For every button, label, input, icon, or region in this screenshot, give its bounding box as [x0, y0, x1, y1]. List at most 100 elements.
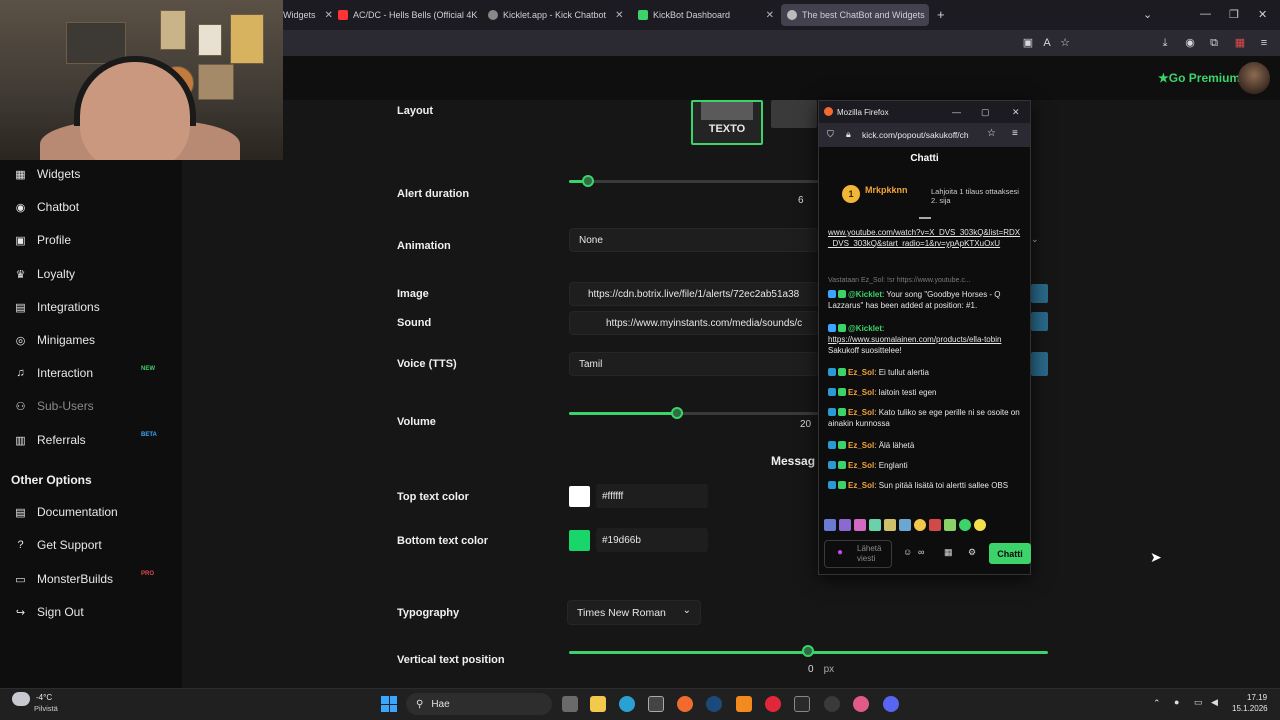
addon-icon[interactable]: ▦ — [1233, 36, 1247, 50]
sidebar-item-sign-out[interactable]: ↪ Sign Out — [14, 602, 84, 622]
extensions-icon[interactable]: ⧉ — [1207, 36, 1221, 50]
bottom-color-swatch[interactable] — [569, 530, 590, 551]
gear-icon[interactable]: ⚙ — [968, 547, 976, 558]
image-upload-button[interactable] — [1031, 284, 1048, 303]
sidebar-item-minigames[interactable]: ◎ Minigames — [14, 330, 95, 350]
layout-option-image[interactable] — [771, 100, 817, 128]
popup-maximize-icon[interactable]: ▢ — [981, 107, 990, 118]
chat-link[interactable]: https://www.suomalainen.com/products/ell… — [828, 335, 1001, 344]
sidebar-item-interaction[interactable]: ♫ Interaction — [14, 363, 93, 383]
sidebar-item-profile[interactable]: ▣ Profile — [14, 230, 71, 250]
vertical-position-handle[interactable] — [802, 645, 814, 657]
sidebar-item-sub-users[interactable]: ⚇ Sub-Users — [14, 396, 94, 416]
menu-icon[interactable]: ≡ — [1257, 36, 1271, 50]
vlc-icon[interactable] — [736, 696, 752, 712]
account-icon[interactable]: ◉ — [1183, 36, 1197, 50]
start-button[interactable] — [381, 696, 397, 712]
download-icon[interactable]: ⤓ — [1158, 36, 1172, 50]
sound-upload-button[interactable] — [1031, 312, 1048, 331]
layout-option-texto[interactable]: TEXTO — [691, 100, 763, 145]
alert-duration-track[interactable] — [569, 180, 819, 183]
clock-time[interactable]: 17.19 — [1247, 693, 1267, 702]
infinity-icon[interactable]: ∞ — [918, 547, 924, 557]
avatar[interactable] — [1238, 62, 1270, 94]
chat-link[interactable]: www.youtube.com/watch?v=X_DVS_303kQ&list… — [828, 228, 1020, 248]
top-color-input[interactable]: #ffffff — [596, 484, 708, 508]
new-tab-button[interactable]: + — [937, 7, 945, 22]
tab-acdc[interactable]: AC/DC - Hells Bells (Official 4K✕ — [338, 4, 478, 26]
task-view-icon[interactable] — [562, 696, 578, 712]
close-icon[interactable]: ✕ — [615, 10, 623, 21]
sidebar-item-get-support[interactable]: ? Get Support — [14, 535, 101, 555]
chat-message: www.youtube.com/watch?v=X_DVS_303kQ&list… — [828, 227, 1023, 249]
chat-username[interactable]: Ez_Sol — [848, 368, 874, 377]
obs-icon[interactable] — [824, 696, 840, 712]
emote-picker-icon[interactable]: ☺ — [903, 547, 912, 557]
edge-icon[interactable] — [619, 696, 635, 712]
opera-icon[interactable] — [765, 696, 781, 712]
chat-send-button[interactable]: Chatti — [989, 543, 1031, 564]
discord-icon[interactable] — [883, 696, 899, 712]
chat-username[interactable]: Ez_Sol — [848, 461, 874, 470]
chat-message: Ez_Sol: Kato tuliko se ege perille ni se… — [828, 408, 1020, 428]
steam-icon[interactable] — [706, 696, 722, 712]
subscriber-badge-icon — [828, 388, 836, 396]
tab-botrix[interactable]: The best ChatBot and Widgets✕ — [781, 4, 929, 26]
tab-kicklet[interactable]: Kicklet.app - Kick Chatbot ✕ — [488, 4, 628, 26]
sidebar-item-monsterbuilds[interactable]: ▭ MonsterBuilds — [14, 569, 113, 589]
maximize-icon[interactable]: ❐ — [1229, 8, 1239, 21]
store-icon[interactable]: ▦ — [944, 547, 953, 558]
sidebar-item-widgets[interactable]: ▦ Widgets — [14, 164, 80, 184]
chevron-down-icon[interactable]: ⌄ — [1031, 234, 1039, 245]
chat-username[interactable]: Ez_Sol — [848, 441, 874, 450]
store-app-icon[interactable] — [648, 696, 664, 712]
close-window-icon[interactable]: ✕ — [1258, 8, 1267, 21]
menu-icon[interactable]: ≡ — [1012, 128, 1018, 139]
chat-username[interactable]: Ez_Sol — [848, 481, 874, 490]
terminal-icon[interactable] — [794, 696, 810, 712]
file-explorer-icon[interactable] — [590, 696, 606, 712]
reader-icon[interactable]: ▣ — [1021, 36, 1035, 50]
trophy-icon: ♛ — [15, 268, 26, 281]
tray-chevron-icon[interactable]: ⌃ — [1153, 698, 1161, 709]
translate-icon[interactable]: A — [1040, 36, 1054, 50]
alert-duration-handle[interactable] — [582, 175, 594, 187]
tab-list-icon[interactable]: ⌄ — [1143, 8, 1152, 21]
clock-date[interactable]: 15.1.2026 — [1232, 704, 1268, 713]
typography-select[interactable]: Times New Roman ⌄ — [567, 600, 701, 625]
chat-username[interactable]: @Kicklet — [848, 324, 882, 333]
minimize-icon[interactable]: — — [1200, 8, 1211, 20]
voice-play-button[interactable] — [1031, 352, 1048, 376]
microphone-tray-icon[interactable]: ● — [1174, 697, 1179, 707]
sidebar-item-referrals[interactable]: ▥ Referrals — [14, 430, 85, 450]
popup-minimize-icon[interactable]: — — [952, 107, 961, 117]
volume-handle[interactable] — [671, 407, 683, 419]
speaker-icon[interactable]: ◀ — [1211, 697, 1218, 708]
bookmark-star-icon[interactable]: ☆ — [1058, 36, 1072, 50]
voice-select[interactable]: Tamil — [569, 352, 819, 376]
chat-username[interactable]: Ez_Sol — [848, 388, 874, 397]
tab-widgets[interactable]: Widgets ✕ — [283, 4, 333, 26]
sound-url-field[interactable]: https://www.myinstants.com/media/sounds/… — [569, 311, 819, 335]
animation-select[interactable]: None — [569, 228, 819, 252]
sidebar-item-integrations[interactable]: ▤ Integrations — [14, 297, 99, 317]
sidebar-item-documentation[interactable]: ▤ Documentation — [14, 502, 117, 522]
taskbar-search[interactable]: ⚲ Hae — [406, 693, 552, 715]
chat-input[interactable]: ● Lähetä viesti — [824, 540, 892, 568]
go-premium-button[interactable]: ★Go Premium — [1158, 71, 1240, 85]
sidebar-item-chatbot[interactable]: ◉ Chatbot — [14, 197, 79, 217]
image-url-field[interactable]: https://cdn.botrix.live/file/1/alerts/72… — [569, 282, 819, 306]
app-icon[interactable] — [853, 696, 869, 712]
popup-close-icon[interactable]: ✕ — [1012, 107, 1020, 118]
network-icon[interactable]: ▭ — [1194, 697, 1203, 708]
top-color-swatch[interactable] — [569, 486, 590, 507]
close-icon[interactable]: ✕ — [766, 10, 774, 21]
chat-username[interactable]: @Kicklet — [848, 290, 882, 299]
chat-username[interactable]: Ez_Sol — [848, 408, 874, 417]
firefox-taskbar-icon[interactable] — [677, 696, 693, 712]
tab-kickbot[interactable]: KickBot Dashboard ✕ — [638, 4, 774, 26]
bookmark-star-icon[interactable]: ☆ — [987, 128, 996, 139]
close-icon[interactable]: ✕ — [325, 10, 333, 21]
bottom-color-input[interactable]: #19d66b — [596, 528, 708, 552]
sidebar-item-loyalty[interactable]: ♛ Loyalty — [14, 264, 75, 284]
